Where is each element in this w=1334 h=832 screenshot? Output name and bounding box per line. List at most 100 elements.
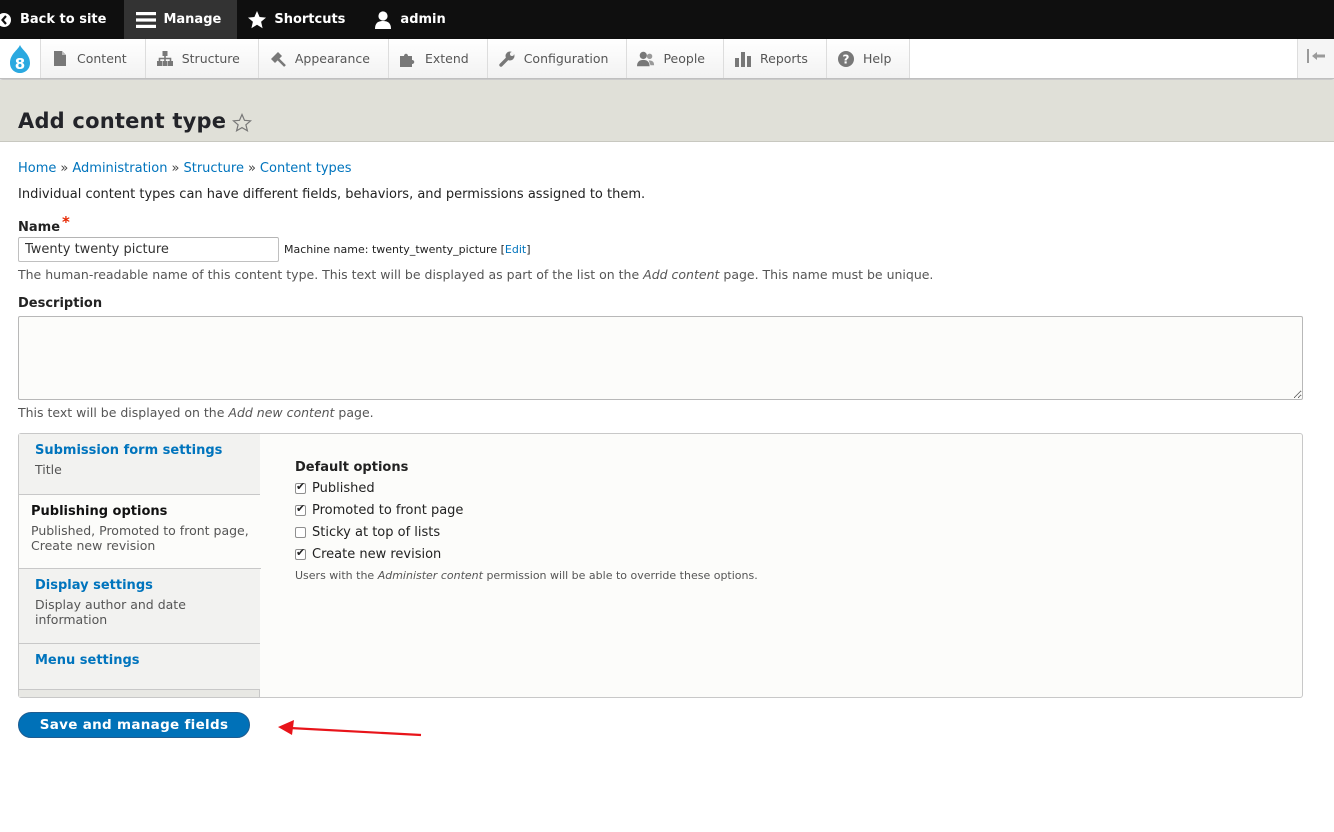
checkbox-label: Published bbox=[312, 480, 375, 496]
machine-name: Machine name: twenty_twenty_picture [Edi… bbox=[284, 243, 531, 256]
shortcuts-label: Shortcuts bbox=[274, 12, 346, 27]
name-label: Name * bbox=[18, 213, 70, 235]
collapse-arrow-icon bbox=[1306, 48, 1326, 69]
breadcrumb-separator: » bbox=[247, 161, 256, 176]
tray-item-content[interactable]: Content bbox=[41, 39, 146, 78]
user-icon bbox=[373, 10, 393, 30]
svg-text:?: ? bbox=[842, 52, 849, 66]
checkbox[interactable] bbox=[295, 502, 306, 516]
checkbox-label: Create new revision bbox=[312, 546, 442, 562]
user-label: admin bbox=[400, 12, 446, 27]
tray-item-people[interactable]: People bbox=[627, 39, 724, 78]
publishing-help-emphasis: Administer content bbox=[377, 569, 483, 582]
tray-item-label: Appearance bbox=[294, 51, 370, 66]
drupal-logo[interactable]: 8 bbox=[0, 39, 41, 78]
tray-item-label: People bbox=[663, 51, 705, 66]
default-options-title: Default options bbox=[295, 460, 409, 475]
publishing-help-text: Users with the Administer content permis… bbox=[295, 569, 758, 582]
vertical-tabs: Submission form settings Title Publishin… bbox=[18, 433, 1303, 698]
breadcrumb-separator: » bbox=[60, 161, 69, 176]
option-sticky[interactable]: Sticky at top of lists bbox=[295, 521, 758, 543]
breadcrumb-administration[interactable]: Administration bbox=[72, 161, 167, 176]
tray-item-label: Configuration bbox=[523, 51, 609, 66]
vertical-tab-summary: Published, Promoted to front page, Creat… bbox=[31, 523, 249, 553]
vertical-tab-title: Submission form settings bbox=[35, 443, 223, 458]
option-create-revision[interactable]: Create new revision bbox=[295, 543, 758, 565]
name-label-text: Name bbox=[18, 220, 61, 235]
machine-name-edit-link[interactable]: Edit bbox=[505, 243, 526, 256]
tray-spacer bbox=[910, 39, 1297, 78]
breadcrumb: Home» Administration» Structure» Content ty… bbox=[18, 161, 352, 176]
option-promoted[interactable]: Promoted to front page bbox=[295, 499, 758, 521]
breadcrumb-content-types[interactable]: Content types bbox=[260, 161, 352, 176]
breadcrumb-separator: » bbox=[171, 161, 180, 176]
back-to-site-link[interactable]: Back to site bbox=[0, 0, 124, 39]
back-arrow-icon bbox=[0, 10, 14, 30]
document-icon bbox=[51, 50, 69, 68]
publishing-help-part: Users with the bbox=[295, 569, 378, 582]
manage-tab[interactable]: Manage bbox=[124, 0, 238, 39]
vertical-tab-publishing-options[interactable]: Publishing options Published, Promoted t… bbox=[19, 495, 261, 569]
paintbrush-icon bbox=[269, 50, 287, 68]
name-help-part: The human-readable name of this content … bbox=[18, 267, 644, 282]
question-icon: ? bbox=[837, 50, 855, 68]
description-help-emphasis: Add new content bbox=[228, 405, 335, 420]
checkbox[interactable] bbox=[295, 546, 306, 560]
description-help-text: This text will be displayed on the Add n… bbox=[18, 405, 374, 420]
people-icon bbox=[637, 50, 655, 68]
vertical-tab-submission-form[interactable]: Submission form settings Title bbox=[19, 434, 260, 495]
tray-item-label: Help bbox=[862, 51, 892, 66]
description-label: Description bbox=[18, 296, 103, 311]
checkbox-label: Promoted to front page bbox=[312, 502, 464, 518]
vertical-tab-menu-settings[interactable]: Menu settings bbox=[19, 644, 260, 690]
machine-name-text: Machine name: twenty_twenty_picture [ bbox=[284, 243, 505, 256]
tray-item-extend[interactable]: Extend bbox=[388, 39, 488, 78]
wrench-icon bbox=[498, 50, 516, 68]
tray-orientation-toggle[interactable] bbox=[1297, 39, 1334, 78]
vertical-tab-display-settings[interactable]: Display settings Display author and date… bbox=[19, 569, 260, 644]
vertical-tab-title: Display settings bbox=[35, 578, 153, 593]
checkbox[interactable] bbox=[295, 480, 306, 494]
description-help-part: This text will be displayed on the bbox=[18, 405, 229, 420]
breadcrumb-home[interactable]: Home bbox=[18, 161, 56, 176]
breadcrumb-structure[interactable]: Structure bbox=[183, 161, 243, 176]
user-tab[interactable]: admin bbox=[363, 0, 455, 39]
red-arrow-annotation bbox=[278, 720, 422, 737]
vertical-tab-title: Menu settings bbox=[35, 653, 140, 668]
intro-text: Individual content types can have differ… bbox=[18, 187, 646, 202]
publishing-help-part: permission will be able to override thes… bbox=[482, 569, 758, 582]
vertical-tab-summary: Title bbox=[35, 462, 62, 477]
tray-item-configuration[interactable]: Configuration bbox=[487, 39, 628, 78]
shortcuts-tab[interactable]: Shortcuts bbox=[237, 0, 363, 39]
name-help-text: The human-readable name of this content … bbox=[18, 267, 933, 282]
puzzle-icon bbox=[399, 50, 417, 68]
toolbar-bar: Back to site Manage Shortcuts admin bbox=[0, 0, 1334, 39]
tray-item-label: Content bbox=[77, 51, 127, 66]
checkbox[interactable] bbox=[295, 526, 306, 538]
back-to-site-label: Back to site bbox=[20, 12, 107, 27]
tray-item-label: Structure bbox=[181, 51, 240, 66]
tray-item-structure[interactable]: Structure bbox=[145, 39, 259, 78]
tray-item-appearance[interactable]: Appearance bbox=[258, 39, 389, 78]
tray-item-label: Extend bbox=[424, 51, 469, 66]
shortcut-star-icon[interactable] bbox=[231, 112, 253, 138]
save-and-manage-fields-button[interactable]: Save and manage fields bbox=[18, 712, 250, 738]
description-textarea[interactable] bbox=[18, 316, 1303, 400]
option-published[interactable]: Published bbox=[295, 477, 758, 499]
page-header: Add content type bbox=[0, 80, 1334, 142]
vertical-tabs-menu: Submission form settings Title Publishin… bbox=[19, 434, 261, 697]
publishing-options-pane: Default options Published Promoted to fr… bbox=[295, 460, 758, 582]
manage-label: Manage bbox=[163, 12, 222, 27]
admin-tray: 8 Content Structure Appearance Extend Co… bbox=[0, 39, 1334, 79]
tray-item-reports[interactable]: Reports bbox=[724, 39, 827, 78]
name-input[interactable] bbox=[18, 237, 279, 262]
description-help-part: page. bbox=[334, 405, 374, 420]
vertical-tab-title: Publishing options bbox=[31, 504, 168, 519]
tray-item-help[interactable]: ? Help bbox=[826, 39, 911, 78]
svg-text:8: 8 bbox=[15, 55, 25, 73]
page-title: Add content type bbox=[18, 109, 227, 133]
required-marker: * bbox=[62, 213, 70, 231]
tray-item-label: Reports bbox=[760, 51, 808, 66]
star-icon bbox=[247, 10, 267, 30]
bar-chart-icon bbox=[734, 50, 752, 68]
